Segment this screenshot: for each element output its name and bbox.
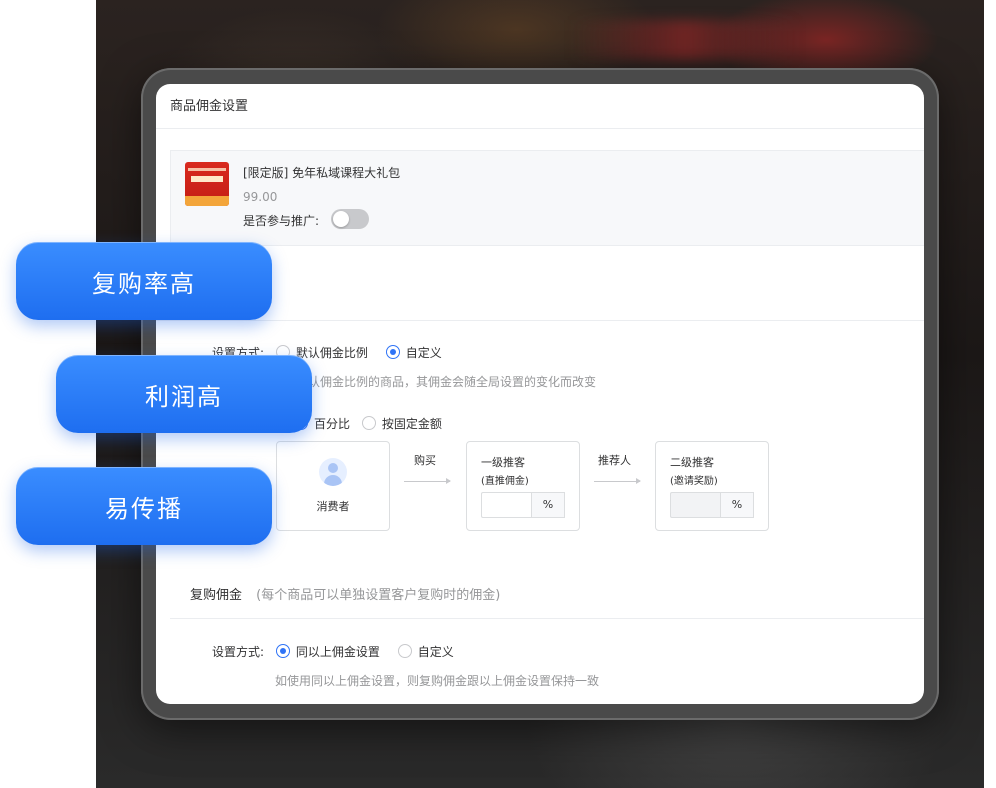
level2-percent-unit: %: [720, 492, 754, 518]
radio-repurchase-custom[interactable]: [397, 644, 412, 658]
repurchase-header: 复购佣金 (每个商品可以单独设置客户复购时的佣金): [190, 584, 500, 603]
level1-title: 一级推客: [481, 456, 525, 469]
commission-type-row: 百分比 按固定金额: [294, 415, 456, 432]
toggle-knob: [333, 211, 349, 227]
section-divider: [156, 320, 924, 321]
background-neon-sign: [570, 20, 800, 60]
option-same-as-above[interactable]: 同以上佣金设置: [275, 644, 380, 659]
product-name: [限定版] 免年私域课程大礼包: [243, 166, 401, 180]
repurchase-divider: [170, 618, 924, 619]
highlight-pill-repurchase-rate: 复购率高: [16, 242, 272, 320]
radio-fixed-amount[interactable]: [361, 416, 376, 430]
user-avatar-icon: [319, 458, 347, 486]
referrer-label: 推荐人: [598, 454, 631, 467]
consumer-node: 消费者: [276, 441, 390, 531]
product-thumbnail: [185, 162, 229, 206]
level1-subtitle: (直推佣金): [481, 476, 529, 487]
level2-title: 二级推客: [670, 456, 714, 469]
radio-custom[interactable]: [385, 345, 400, 359]
product-price: 99.00: [243, 190, 278, 204]
level1-promoter-node: 一级推客 (直推佣金) %: [466, 441, 580, 531]
repurchase-mode-label: 设置方式:: [212, 645, 265, 659]
level1-percent-input[interactable]: [481, 492, 531, 518]
page-title: 商品佣金设置: [170, 99, 249, 114]
level2-subtitle: (邀请奖励): [670, 476, 718, 487]
header-divider: [156, 128, 924, 129]
consumer-label: 消费者: [316, 500, 350, 513]
repurchase-mode-row: 设置方式: 同以上佣金设置 自定义: [212, 643, 454, 660]
repurchase-title: 复购佣金: [190, 588, 243, 603]
highlight-pill-spread: 易传播: [16, 467, 272, 545]
buy-label: 购买: [414, 454, 436, 467]
option-custom[interactable]: 自定义: [385, 345, 442, 360]
promotion-toggle[interactable]: [331, 209, 369, 229]
option-fixed-amount[interactable]: 按固定金额: [361, 416, 442, 431]
repurchase-subtitle: (每个商品可以单独设置客户复购时的佣金): [256, 588, 501, 603]
commission-hint: 认佣金比例的商品，其佣金会随全局设置的变化而改变: [308, 375, 597, 389]
arrow-right-icon: [404, 478, 451, 484]
level2-percent-input[interactable]: [670, 492, 720, 518]
radio-same-as-above[interactable]: [275, 644, 290, 658]
product-card: [限定版] 免年私域课程大礼包 99.00 是否参与推广:: [170, 150, 924, 246]
option-repurchase-custom[interactable]: 自定义: [397, 644, 454, 659]
level2-promoter-node: 二级推客 (邀请奖励) %: [655, 441, 769, 531]
arrow-right-icon: [594, 478, 641, 484]
promotion-label: 是否参与推广:: [243, 214, 320, 228]
repurchase-hint: 如使用同以上佣金设置，则复购佣金跟以上佣金设置保持一致: [275, 674, 600, 688]
highlight-pill-profit: 利润高: [56, 355, 312, 433]
level1-percent-unit: %: [531, 492, 565, 518]
